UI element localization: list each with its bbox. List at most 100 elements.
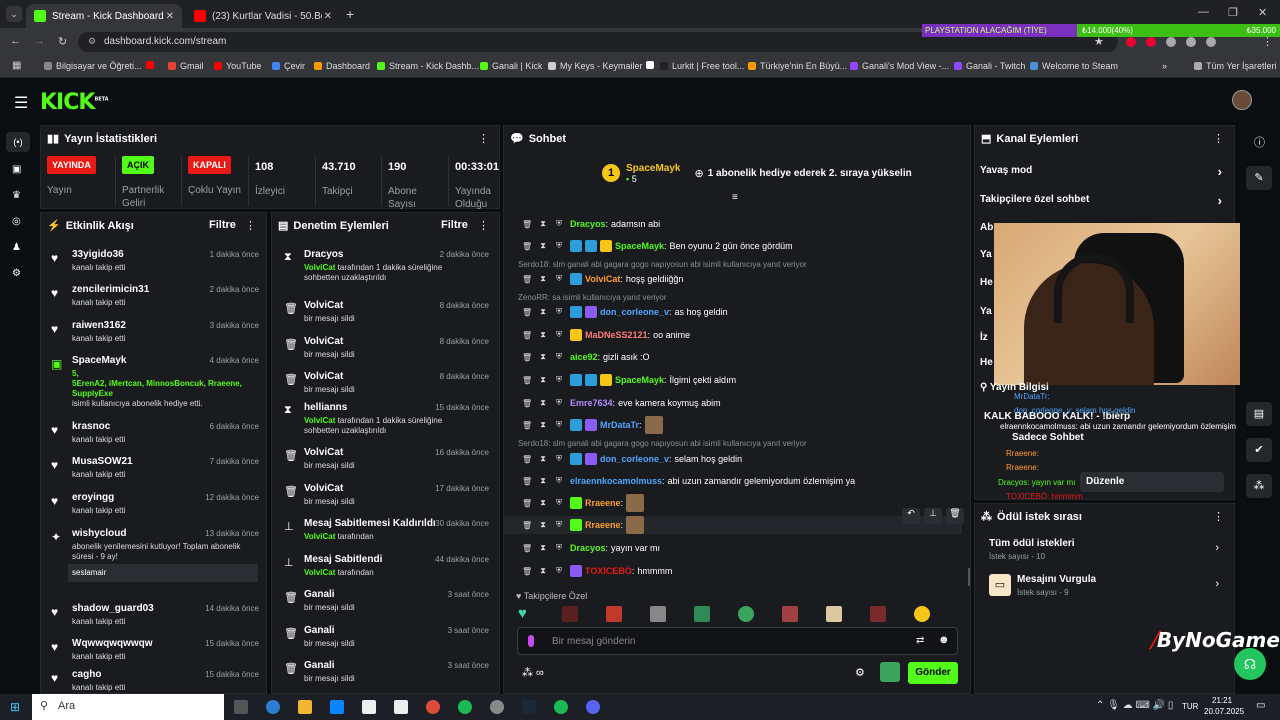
chat-message[interactable]: 🗑 ⧗ ⛨ don_corleone_v: selam hoş geldin: [504, 450, 962, 468]
support-bubble-icon[interactable]: ☊: [1234, 648, 1266, 680]
timeout-icon[interactable]: ⧗: [538, 520, 548, 530]
ban-icon[interactable]: ⛨: [554, 520, 564, 530]
nav-settings-icon[interactable]: ⚙: [12, 268, 21, 279]
chat-message[interactable]: 🗑 ⧗ ⛨ don_corleone_v: as hoş geldin: [504, 303, 962, 321]
more-options-icon[interactable]: ⋮: [478, 219, 489, 232]
bot-icon[interactable]: [880, 662, 900, 682]
timeout-icon[interactable]: ⧗: [538, 219, 548, 229]
delete-msg-icon[interactable]: 🗑: [522, 477, 532, 486]
delete-msg-icon[interactable]: 🗑: [522, 455, 532, 464]
reload-icon[interactable]: ↻: [58, 35, 67, 48]
chevron-down-icon[interactable]: ≡: [732, 192, 738, 203]
tab-youtube[interactable]: (23) Kurtlar Vadisi - 50.Bölüm | ... ✕: [186, 4, 340, 28]
chat-username[interactable]: Dracyos: [570, 543, 606, 553]
chat-input[interactable]: Bir mesaj gönderin ⇄ ☻: [517, 627, 958, 655]
delete-msg-icon[interactable]: 🗑: [522, 376, 532, 385]
timeout-icon[interactable]: ⧗: [538, 330, 548, 340]
delete-msg-icon[interactable]: 🗑: [522, 220, 532, 229]
timeout-icon[interactable]: ⧗: [538, 375, 548, 385]
bookmark[interactable]: [146, 61, 158, 69]
bookmark[interactable]: Welcome to Steam: [1030, 61, 1118, 71]
chat-message[interactable]: 🗑 ⧗ ⛨ Dracyos: adamsın abi: [504, 215, 962, 233]
reply-icon[interactable]: ↶: [902, 508, 920, 524]
timeout-icon[interactable]: ⧗: [538, 274, 548, 284]
chat-username[interactable]: SpaceMayk: [615, 241, 664, 251]
more-bookmarks-icon[interactable]: »: [1162, 61, 1167, 71]
ban-icon[interactable]: ⛨: [554, 330, 564, 340]
chat-message[interactable]: 🗑 ⧗ ⛨ Rraeene:: [504, 516, 962, 534]
chat-message[interactable]: 🗑 ⧗ ⛨ aice92: gizli asık :O: [504, 348, 962, 366]
stream-icon[interactable]: ▤: [1246, 402, 1272, 426]
ban-icon[interactable]: ⛨: [554, 219, 564, 229]
chat-username[interactable]: Rraeene: [585, 498, 621, 508]
ban-icon[interactable]: ⛨: [554, 352, 564, 362]
chat-message[interactable]: 🗑 ⧗ ⛨ elraennkocamolmuss: abi uzun zamandır …: [504, 472, 962, 490]
activity-filter-button[interactable]: Filtre: [209, 219, 236, 231]
bookmark[interactable]: Lurkit | Free tool...: [660, 61, 744, 71]
back-icon[interactable]: ←: [10, 35, 21, 47]
more-options-icon[interactable]: ⋮: [478, 132, 489, 145]
bookmark[interactable]: Bilgisayar ve Öğreti...: [44, 61, 142, 71]
timeout-icon[interactable]: ⧗: [538, 307, 548, 317]
emote[interactable]: [694, 606, 710, 622]
bookmark[interactable]: Dashboard: [314, 61, 370, 71]
chat-username[interactable]: MaDNeSS2121: [585, 330, 648, 340]
tab-kick-dashboard[interactable]: Stream - Kick Dashboard ✕: [26, 4, 182, 28]
chat-message[interactable]: 🗑 ⧗ ⛨ TOXICEBÖ: hmmmm: [504, 562, 962, 580]
chat-username[interactable]: TOXICEBÖ: [585, 566, 632, 576]
chat-username[interactable]: aice92: [570, 352, 598, 362]
emote[interactable]: [650, 606, 666, 622]
ban-icon[interactable]: ⛨: [554, 241, 564, 251]
ban-icon[interactable]: ⛨: [554, 398, 564, 408]
send-button[interactable]: Gönder: [908, 662, 958, 684]
chat-message[interactable]: 🗑 ⧗ ⛨ Dracyos: yayın var mı: [504, 539, 962, 557]
info-icon[interactable]: ⓘ: [1254, 134, 1265, 150]
delete-msg-icon[interactable]: 🗑: [522, 353, 532, 362]
all-bookmarks[interactable]: Tüm Yer İşaretleri: [1194, 61, 1277, 71]
channel-action[interactable]: Takipçilere özel sohbet ›: [980, 193, 1226, 208]
delete-msg-icon[interactable]: 🗑: [522, 567, 532, 576]
moderation-filter-button[interactable]: Filtre: [441, 219, 468, 231]
forward-icon[interactable]: →: [34, 35, 45, 47]
edit-icon[interactable]: ✎: [1246, 166, 1272, 190]
chat-username[interactable]: VolviCat: [585, 274, 620, 284]
bookmark[interactable]: Ganali | Kick: [480, 61, 542, 71]
bookmark[interactable]: Stream - Kick Dashb...: [377, 61, 479, 71]
chat-message[interactable]: 🗑 ⧗ ⛨ SpaceMayk: Ben oyunu 2 gün önce gördüm: [504, 237, 962, 255]
ban-icon[interactable]: ⛨: [554, 274, 564, 284]
pin-icon[interactable]: ⊥: [924, 508, 942, 524]
timeout-icon[interactable]: ⧗: [538, 241, 548, 251]
timeout-icon[interactable]: ⧗: [538, 543, 548, 553]
apps-grid-icon[interactable]: ▦: [12, 60, 21, 71]
timeout-icon[interactable]: ⧗: [538, 498, 548, 508]
nav-dashboard-icon[interactable]: ▣: [12, 164, 21, 175]
emote[interactable]: [870, 606, 886, 622]
taskbar-apps[interactable]: [234, 700, 600, 714]
chat-message[interactable]: 🗑 ⧗ ⛨ MaDNeSS2121: oo anime: [504, 326, 962, 344]
chat-username[interactable]: MrDataTr: [600, 420, 639, 430]
chat-message[interactable]: 🗑 ⧗ ⛨ Rraeene:: [504, 494, 962, 512]
heart-emote-icon[interactable]: ♥: [518, 606, 534, 622]
close-icon[interactable]: ✕: [324, 11, 332, 22]
emote[interactable]: [738, 606, 754, 622]
chat-tools-icon[interactable]: ⁂ ∞: [522, 666, 544, 679]
nav-users-icon[interactable]: ♟: [12, 242, 21, 253]
emote[interactable]: [782, 606, 798, 622]
ban-icon[interactable]: ⛨: [554, 420, 564, 430]
ban-icon[interactable]: ⛨: [554, 454, 564, 464]
delete-msg-icon[interactable]: 🗑: [522, 399, 532, 408]
timeout-icon[interactable]: ⧗: [538, 352, 548, 362]
more-options-icon[interactable]: ⋮: [245, 219, 256, 232]
translate-icon[interactable]: ⇄: [916, 635, 924, 646]
chat-scrollbar[interactable]: [968, 568, 970, 586]
ban-icon[interactable]: ⛨: [554, 498, 564, 508]
tool-icon[interactable]: ✔: [1246, 438, 1272, 462]
chat-username[interactable]: Dracyos: [570, 219, 606, 229]
delete-msg-icon[interactable]: 🗑: [522, 275, 532, 284]
tab-list-icon[interactable]: ⌄: [6, 6, 22, 22]
timeout-icon[interactable]: ⧗: [538, 566, 548, 576]
emote[interactable]: [826, 606, 842, 622]
delete-icon[interactable]: 🗑: [946, 508, 964, 524]
chat-username[interactable]: don_corleone_v: [600, 454, 669, 464]
hamburger-menu-icon[interactable]: ☰: [14, 93, 28, 113]
